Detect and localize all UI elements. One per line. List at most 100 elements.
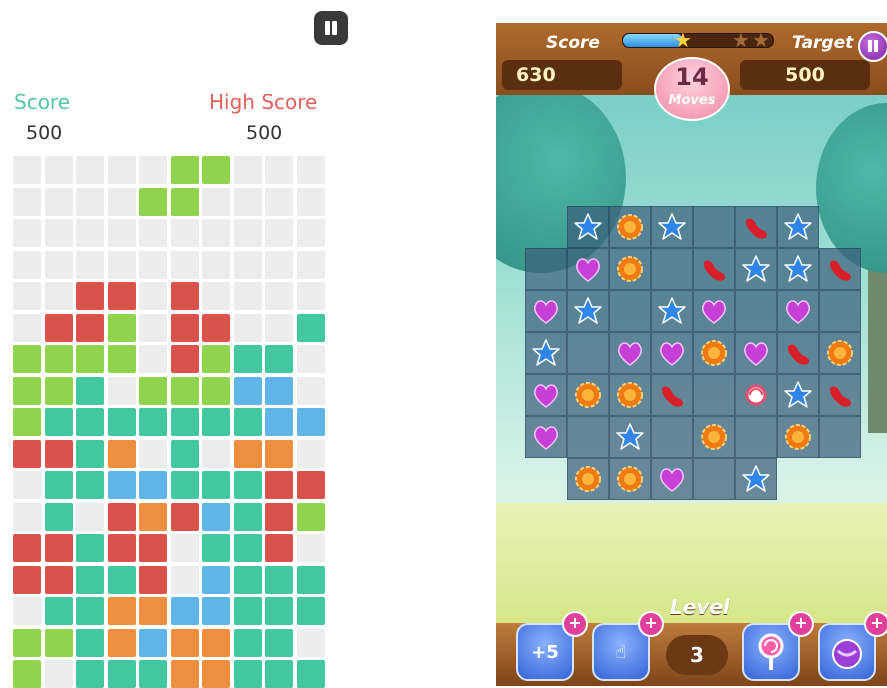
block-cell [202, 408, 230, 436]
empty-cell [202, 282, 230, 310]
board-tile[interactable] [819, 290, 861, 332]
board-tile[interactable] [693, 458, 735, 500]
blue-star-candy-icon [741, 464, 771, 494]
bomb-icon [820, 625, 874, 679]
block-cell [13, 408, 41, 436]
empty-cell [107, 187, 136, 216]
blue-star-candy-icon [783, 212, 813, 242]
board-tile[interactable] [693, 374, 735, 416]
blue-star-candy-icon [573, 212, 603, 242]
block-cell [139, 534, 167, 562]
empty-cell [44, 660, 73, 688]
pause-button[interactable] [858, 31, 887, 62]
blue-star-candy-icon [783, 380, 813, 410]
empty-cell [265, 250, 293, 279]
board-tile[interactable] [609, 290, 651, 332]
block-cell [265, 408, 293, 436]
block-cell [265, 597, 293, 625]
empty-cell [233, 313, 262, 342]
pause-button[interactable] [314, 11, 348, 45]
block-cell [202, 156, 230, 184]
blue-star-candy-icon [615, 422, 645, 452]
block-cell [265, 534, 293, 562]
add-booster-button[interactable]: + [562, 611, 588, 637]
purple-heart-candy-icon [657, 338, 687, 368]
empty-cell [13, 187, 41, 216]
red-jelly-bean-candy-icon [783, 338, 813, 368]
target-value: 500 [740, 60, 870, 90]
board-tile[interactable] [567, 416, 609, 458]
block-cell [44, 565, 73, 594]
orange-flower-candy-icon [573, 380, 603, 410]
add-booster-button[interactable]: + [788, 611, 814, 637]
board-tile[interactable] [819, 416, 861, 458]
block-cell [233, 534, 262, 562]
block-cell [170, 471, 199, 499]
block-cell [76, 660, 104, 688]
add-booster-button[interactable]: + [638, 611, 664, 637]
block-cell [139, 597, 167, 625]
block-cell [233, 471, 262, 499]
board-tile[interactable] [693, 206, 735, 248]
block-puzzle-screen: Score High Score 500 500 [0, 0, 348, 688]
block-cell [170, 408, 199, 436]
orange-flower-candy-icon [573, 464, 603, 494]
empty-cell [296, 250, 325, 279]
lollipop-icon [744, 625, 798, 679]
block-cell [233, 565, 262, 594]
add-booster-button[interactable]: + [864, 611, 887, 637]
empty-cell [107, 219, 136, 247]
block-cell [13, 534, 41, 562]
star-icon: ★ [752, 28, 770, 52]
block-cell [233, 660, 262, 688]
empty-cell [44, 219, 73, 247]
empty-cell [139, 219, 167, 247]
block-cell [296, 660, 325, 688]
empty-cell [296, 156, 325, 184]
board-tile[interactable] [651, 416, 693, 458]
empty-cell [296, 534, 325, 562]
board-tile[interactable] [525, 248, 567, 290]
empty-cell [76, 250, 104, 279]
board-tile[interactable] [567, 332, 609, 374]
block-cell [76, 628, 104, 657]
empty-cell [13, 313, 41, 342]
block-cell [170, 660, 199, 688]
block-cell [76, 313, 104, 342]
orange-flower-candy-icon [825, 338, 855, 368]
purple-heart-candy-icon [531, 380, 561, 410]
block-cell [44, 628, 73, 657]
purple-heart-candy-icon [531, 422, 561, 452]
moves-badge: 14 Moves [654, 57, 730, 121]
block-cell [170, 502, 199, 531]
block-cell [139, 565, 167, 594]
block-cell [44, 471, 73, 499]
block-cell [76, 345, 104, 373]
block-cell [296, 597, 325, 625]
orange-flower-candy-icon [615, 380, 645, 410]
block-cell [139, 471, 167, 499]
block-cell [44, 376, 73, 405]
board-tile[interactable] [651, 248, 693, 290]
target-label: Target [792, 33, 854, 53]
board-tile[interactable] [735, 416, 777, 458]
empty-cell [13, 282, 41, 310]
block-cell [202, 502, 230, 531]
purple-heart-candy-icon [531, 296, 561, 326]
block-cell [76, 376, 104, 405]
board-tile[interactable] [735, 290, 777, 332]
purple-heart-candy-icon [615, 338, 645, 368]
block-cell [107, 471, 136, 499]
empty-cell [170, 565, 199, 594]
moves-value: 14 [675, 63, 709, 91]
block-cell [265, 439, 293, 468]
empty-cell [107, 250, 136, 279]
block-cell [139, 660, 167, 688]
block-cell [13, 565, 41, 594]
extra-moves-icon: +5 [531, 641, 559, 663]
purple-heart-candy-icon [699, 296, 729, 326]
blue-star-candy-icon [657, 296, 687, 326]
block-cell [139, 408, 167, 436]
empty-cell [233, 250, 262, 279]
block-cell [202, 534, 230, 562]
